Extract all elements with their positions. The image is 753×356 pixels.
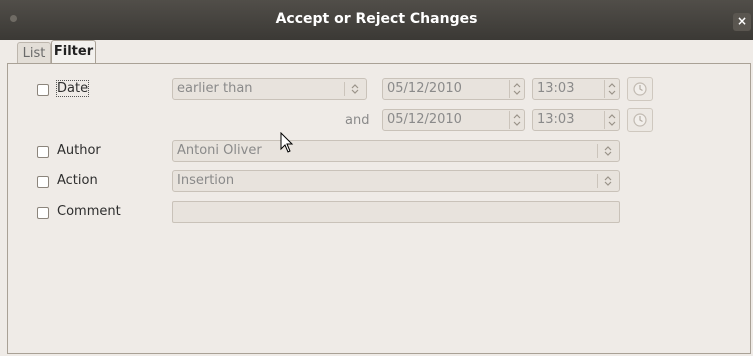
up-down-arrows-icon <box>608 83 616 95</box>
mouse-pointer-icon <box>280 132 294 153</box>
author-label: Author <box>57 143 101 158</box>
author-combo[interactable]: Antoni Oliver <box>172 140 620 162</box>
clock-icon <box>633 82 647 96</box>
clock-icon <box>633 113 647 127</box>
tab-list[interactable]: List <box>17 42 51 64</box>
action-checkbox[interactable] <box>37 176 49 188</box>
time2-spinbox[interactable]: 13:03 <box>532 109 620 131</box>
time2-value: 13:03 <box>537 112 575 127</box>
action-combo[interactable]: Insertion <box>172 170 620 192</box>
time1-spinbox[interactable]: 13:03 <box>532 78 620 100</box>
up-down-arrows-icon <box>513 83 521 95</box>
window-title: Accept or Reject Changes <box>275 11 478 27</box>
time2-now-button[interactable] <box>627 108 653 132</box>
date-checkbox[interactable] <box>37 84 49 96</box>
action-label: Action <box>57 173 98 188</box>
close-button[interactable]: × <box>733 13 751 31</box>
up-down-arrows-icon <box>604 146 612 156</box>
date2-value: 05/12/2010 <box>387 112 462 127</box>
date-condition-value: earlier than <box>177 81 253 96</box>
tab-filter[interactable]: Filter <box>51 40 96 64</box>
author-value: Antoni Oliver <box>177 143 262 158</box>
author-checkbox[interactable] <box>37 146 49 158</box>
up-down-arrows-icon <box>608 114 616 126</box>
title-bar: Accept or Reject Changes × <box>0 0 753 40</box>
date2-spinbox[interactable]: 05/12/2010 <box>382 109 525 131</box>
up-down-arrows-icon <box>513 114 521 126</box>
date1-value: 05/12/2010 <box>387 81 462 96</box>
up-down-arrows-icon <box>351 84 359 94</box>
up-down-arrows-icon <box>604 176 612 186</box>
comment-field[interactable] <box>172 201 620 223</box>
date-label: Date <box>55 80 90 97</box>
comment-label: Comment <box>57 204 121 219</box>
time1-value: 13:03 <box>537 81 575 96</box>
action-value: Insertion <box>177 173 235 188</box>
time1-now-button[interactable] <box>627 77 653 101</box>
and-label: and <box>345 113 370 128</box>
comment-checkbox[interactable] <box>37 207 49 219</box>
date1-spinbox[interactable]: 05/12/2010 <box>382 78 525 100</box>
date-condition-combo[interactable]: earlier than <box>172 78 367 100</box>
